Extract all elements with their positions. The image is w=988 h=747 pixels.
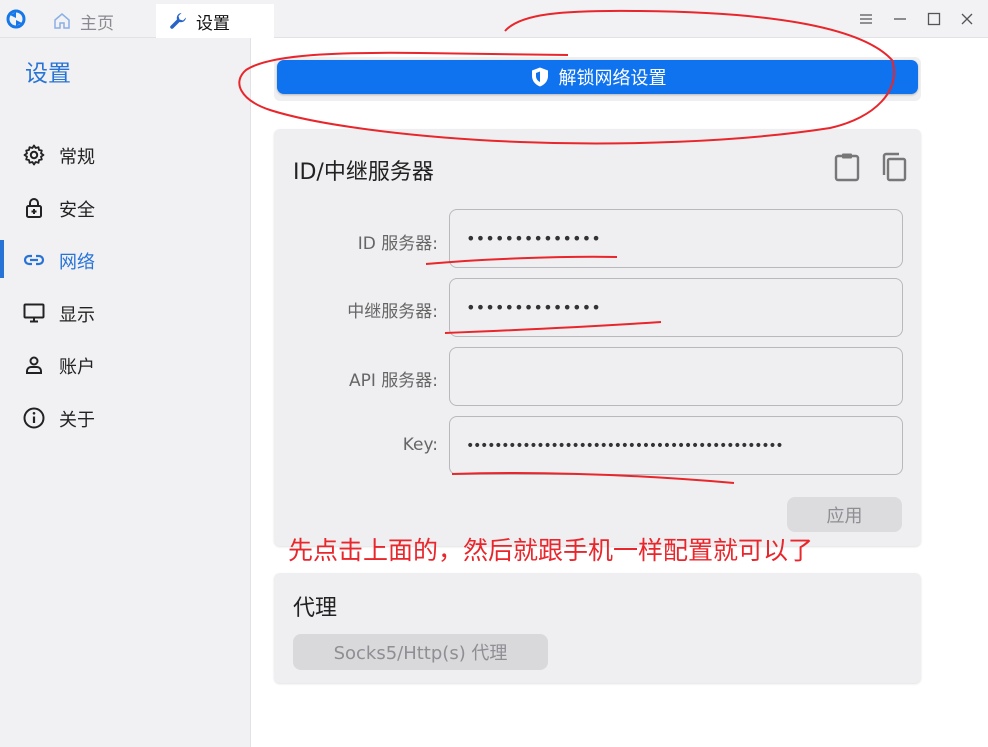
sidebar: 设置 常规 安全 网络 显示 账户 关于	[0, 38, 251, 747]
lock-icon	[26, 198, 42, 218]
annotation-text: 先点击上面的，然后就跟手机一样配置就可以了	[288, 536, 814, 565]
key-label: Key:	[402, 435, 438, 455]
minimize-icon[interactable]	[891, 10, 909, 28]
gear-icon	[23, 144, 45, 166]
unlock-network-settings-button[interactable]: 解锁网络设置	[277, 60, 918, 94]
sidebar-item-about[interactable]: 关于	[0, 397, 250, 437]
monitor-icon	[23, 303, 45, 323]
person-icon	[26, 356, 42, 374]
sidebar-item-label: 显示	[59, 305, 95, 326]
copy-icon[interactable]	[881, 152, 907, 182]
info-icon	[23, 407, 45, 429]
clipboard-paste-icon[interactable]	[834, 152, 860, 182]
server-settings-card: ID/中继服务器	[274, 129, 921, 546]
title-bar: 主页 设置	[0, 0, 988, 38]
relay-server-input[interactable]: ••••••••••••••	[449, 278, 903, 337]
sidebar-title: 设置	[25, 61, 71, 87]
relay-server-value: ••••••••••••••	[466, 298, 601, 317]
sidebar-item-label: 常规	[59, 147, 95, 168]
sidebar-item-display[interactable]: 显示	[0, 292, 250, 332]
apply-button[interactable]: 应用	[787, 497, 902, 532]
home-icon	[54, 13, 70, 29]
unlock-button-label: 解锁网络设置	[558, 68, 667, 89]
id-server-input[interactable]: ••••••••••••••	[449, 209, 903, 268]
sidebar-item-label: 账户	[59, 357, 95, 378]
sidebar-item-general[interactable]: 常规	[0, 134, 250, 174]
sidebar-item-label: 安全	[59, 200, 95, 221]
sidebar-item-label: 关于	[59, 410, 95, 431]
key-input[interactable]: ••••••••••••••••••••••••••••••••••••••••…	[449, 416, 903, 475]
wrench-icon	[170, 13, 186, 29]
key-value: ••••••••••••••••••••••••••••••••••••••••…	[466, 437, 784, 454]
id-server-value: ••••••••••••••	[466, 229, 601, 248]
active-nav-indicator	[0, 240, 4, 278]
app-logo-icon	[6, 9, 26, 29]
id-server-label: ID 服务器:	[357, 234, 438, 254]
sidebar-item-label: 网络	[59, 252, 95, 273]
menu-icon[interactable]	[857, 10, 875, 28]
relay-server-label: 中继服务器:	[347, 302, 438, 322]
close-icon[interactable]	[958, 10, 976, 28]
shield-icon	[531, 67, 548, 87]
socks5-proxy-button[interactable]: Socks5/Http(s) 代理	[293, 634, 548, 670]
sidebar-item-security[interactable]: 安全	[0, 187, 250, 227]
tab-home-label: 主页	[80, 13, 114, 34]
maximize-icon[interactable]	[925, 10, 943, 28]
tab-settings[interactable]: 设置	[156, 4, 274, 38]
tab-settings-label: 设置	[196, 13, 230, 34]
proxy-card-title: 代理	[293, 596, 338, 621]
api-server-input[interactable]	[449, 347, 903, 406]
tab-home[interactable]: 主页	[52, 4, 114, 38]
sidebar-item-network[interactable]: 网络	[0, 239, 250, 279]
link-icon	[23, 254, 45, 266]
server-card-title: ID/中继服务器	[293, 160, 434, 185]
api-server-label: API 服务器:	[348, 371, 438, 391]
sidebar-item-account[interactable]: 账户	[0, 344, 250, 384]
